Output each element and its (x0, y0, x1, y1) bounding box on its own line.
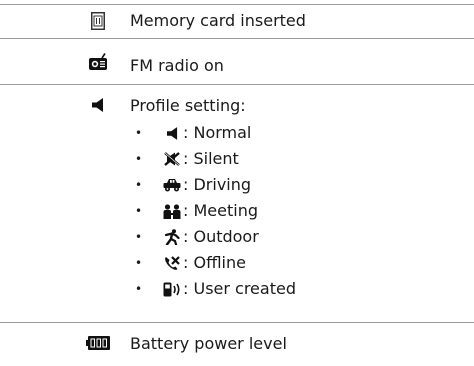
user-created-icon (162, 279, 182, 299)
row-label: FM radio on (130, 56, 224, 75)
list-bullet: • (135, 204, 143, 218)
silent-icon (162, 149, 182, 169)
row-divider (0, 322, 474, 323)
list-bullet: • (135, 178, 143, 192)
fm-radio-icon (82, 51, 114, 71)
battery-icon (82, 333, 114, 353)
profile-label: : Driving (183, 175, 252, 194)
offline-icon (162, 253, 182, 273)
list-bullet: • (135, 230, 143, 244)
profile-label: : Outdoor (183, 227, 259, 246)
list-bullet: • (135, 256, 143, 270)
profile-label: : User created (183, 279, 296, 298)
car-icon (162, 175, 182, 195)
row-label: Profile setting: (130, 96, 246, 115)
table-top-rule (0, 4, 474, 5)
row-divider (0, 84, 474, 85)
list-bullet: • (135, 152, 143, 166)
speaker-icon (162, 123, 182, 143)
speaker-icon (82, 95, 114, 115)
meeting-icon (162, 201, 182, 221)
row-divider (0, 38, 474, 39)
row-label: Memory card inserted (130, 11, 306, 30)
list-bullet: • (135, 282, 143, 296)
outdoor-icon (162, 227, 182, 247)
row-label: Battery power level (130, 334, 287, 353)
profile-label: : Meeting (183, 201, 258, 220)
profile-label: : Silent (183, 149, 239, 168)
profile-label: : Normal (183, 123, 252, 142)
list-bullet: • (135, 126, 143, 140)
memory-card-icon (82, 11, 114, 31)
profile-label: : Offline (183, 253, 246, 272)
